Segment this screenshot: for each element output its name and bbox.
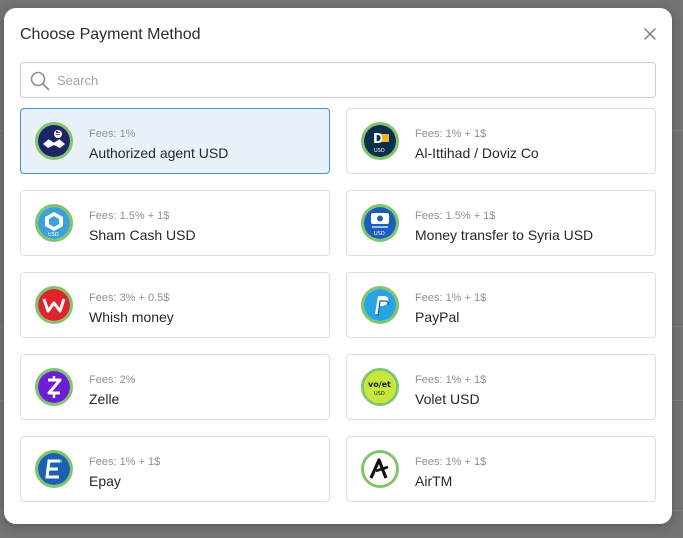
search-input[interactable]: [57, 63, 637, 97]
transfer-sub: USD: [374, 231, 385, 237]
volet-logo-icon: vo/et USD: [361, 368, 399, 406]
epay-logo-icon: [35, 450, 73, 488]
card-fees: Fees: 1%: [89, 128, 136, 140]
payment-card-authorized-agent[interactable]: Fees: 1% Authorized agent USD: [20, 108, 330, 174]
card-name: Whish money: [89, 309, 174, 325]
card-fees: Fees: 1% + 1$: [415, 374, 487, 386]
card-fees: Fees: 1% + 1$: [415, 456, 487, 468]
payment-card-paypal[interactable]: Fees: 1% + 1$ PayPal: [346, 272, 656, 338]
payment-method-modal: Choose Payment Method Search Fees: 1% Au…: [4, 8, 672, 524]
card-name: Money transfer to Syria USD: [415, 227, 594, 243]
card-fees: Fees: 2%: [89, 374, 136, 386]
search-icon: [30, 71, 50, 91]
card-fees: Fees: 1% + 1$: [415, 292, 487, 304]
payment-card-volet[interactable]: vo/et USD Fees: 1% + 1$ Volet USD: [346, 354, 656, 420]
card-name: PayPal: [415, 309, 460, 325]
payment-card-al-ittihad-doviz[interactable]: D USD Fees: 1% + 1$ Al-Ittihad / Doviz C…: [346, 108, 656, 174]
card-fees: Fees: 1.5% + 1$: [415, 210, 496, 222]
handshake-icon: [35, 122, 73, 160]
whish-logo-icon: [35, 286, 73, 324]
volet-sub: USD: [374, 391, 385, 397]
zelle-logo-icon: [35, 368, 73, 406]
sham-sub: USD: [48, 232, 59, 238]
card-name: Epay: [89, 473, 121, 489]
card-name: Volet USD: [415, 391, 480, 407]
doviz-logo-icon: D USD: [361, 122, 399, 160]
modal-title: Choose Payment Method: [20, 26, 201, 43]
doviz-sub: USD: [374, 148, 385, 154]
payment-card-whish-money[interactable]: Fees: 3% + 0.5$ Whish money: [20, 272, 330, 338]
payment-card-sham-cash[interactable]: USD Fees: 1.5% + 1$ Sham Cash USD: [20, 190, 330, 256]
payment-card-epay[interactable]: Fees: 1% + 1$ Epay: [20, 436, 330, 502]
close-button[interactable]: [642, 26, 658, 42]
card-name: Sham Cash USD: [89, 227, 196, 243]
payment-methods-grid: Fees: 1% Authorized agent USD D USD Fees…: [20, 108, 656, 510]
sham-cash-logo-icon: USD: [35, 204, 73, 242]
card-name: AirTM: [415, 473, 453, 489]
card-name: Al-Ittihad / Doviz Co: [415, 145, 539, 161]
payment-card-airtm[interactable]: Fees: 1% + 1$ AirTM: [346, 436, 656, 502]
paypal-logo-icon: [361, 286, 399, 324]
close-icon: [644, 28, 656, 40]
airtm-logo-icon: [361, 450, 399, 488]
search-box[interactable]: [20, 62, 656, 98]
card-fees: Fees: 1% + 1$: [415, 128, 487, 140]
card-name: Authorized agent USD: [89, 145, 229, 161]
card-fees: Fees: 1% + 1$: [89, 456, 161, 468]
volet-text: vo/et: [368, 380, 391, 389]
card-fees: Fees: 1.5% + 1$: [89, 210, 170, 222]
card-name: Zelle: [89, 391, 120, 407]
payment-card-money-transfer-syria[interactable]: USD Fees: 1.5% + 1$ Money transfer to Sy…: [346, 190, 656, 256]
money-transfer-logo-icon: USD: [361, 204, 399, 242]
card-fees: Fees: 3% + 0.5$: [89, 292, 170, 304]
payment-card-zelle[interactable]: Fees: 2% Zelle: [20, 354, 330, 420]
